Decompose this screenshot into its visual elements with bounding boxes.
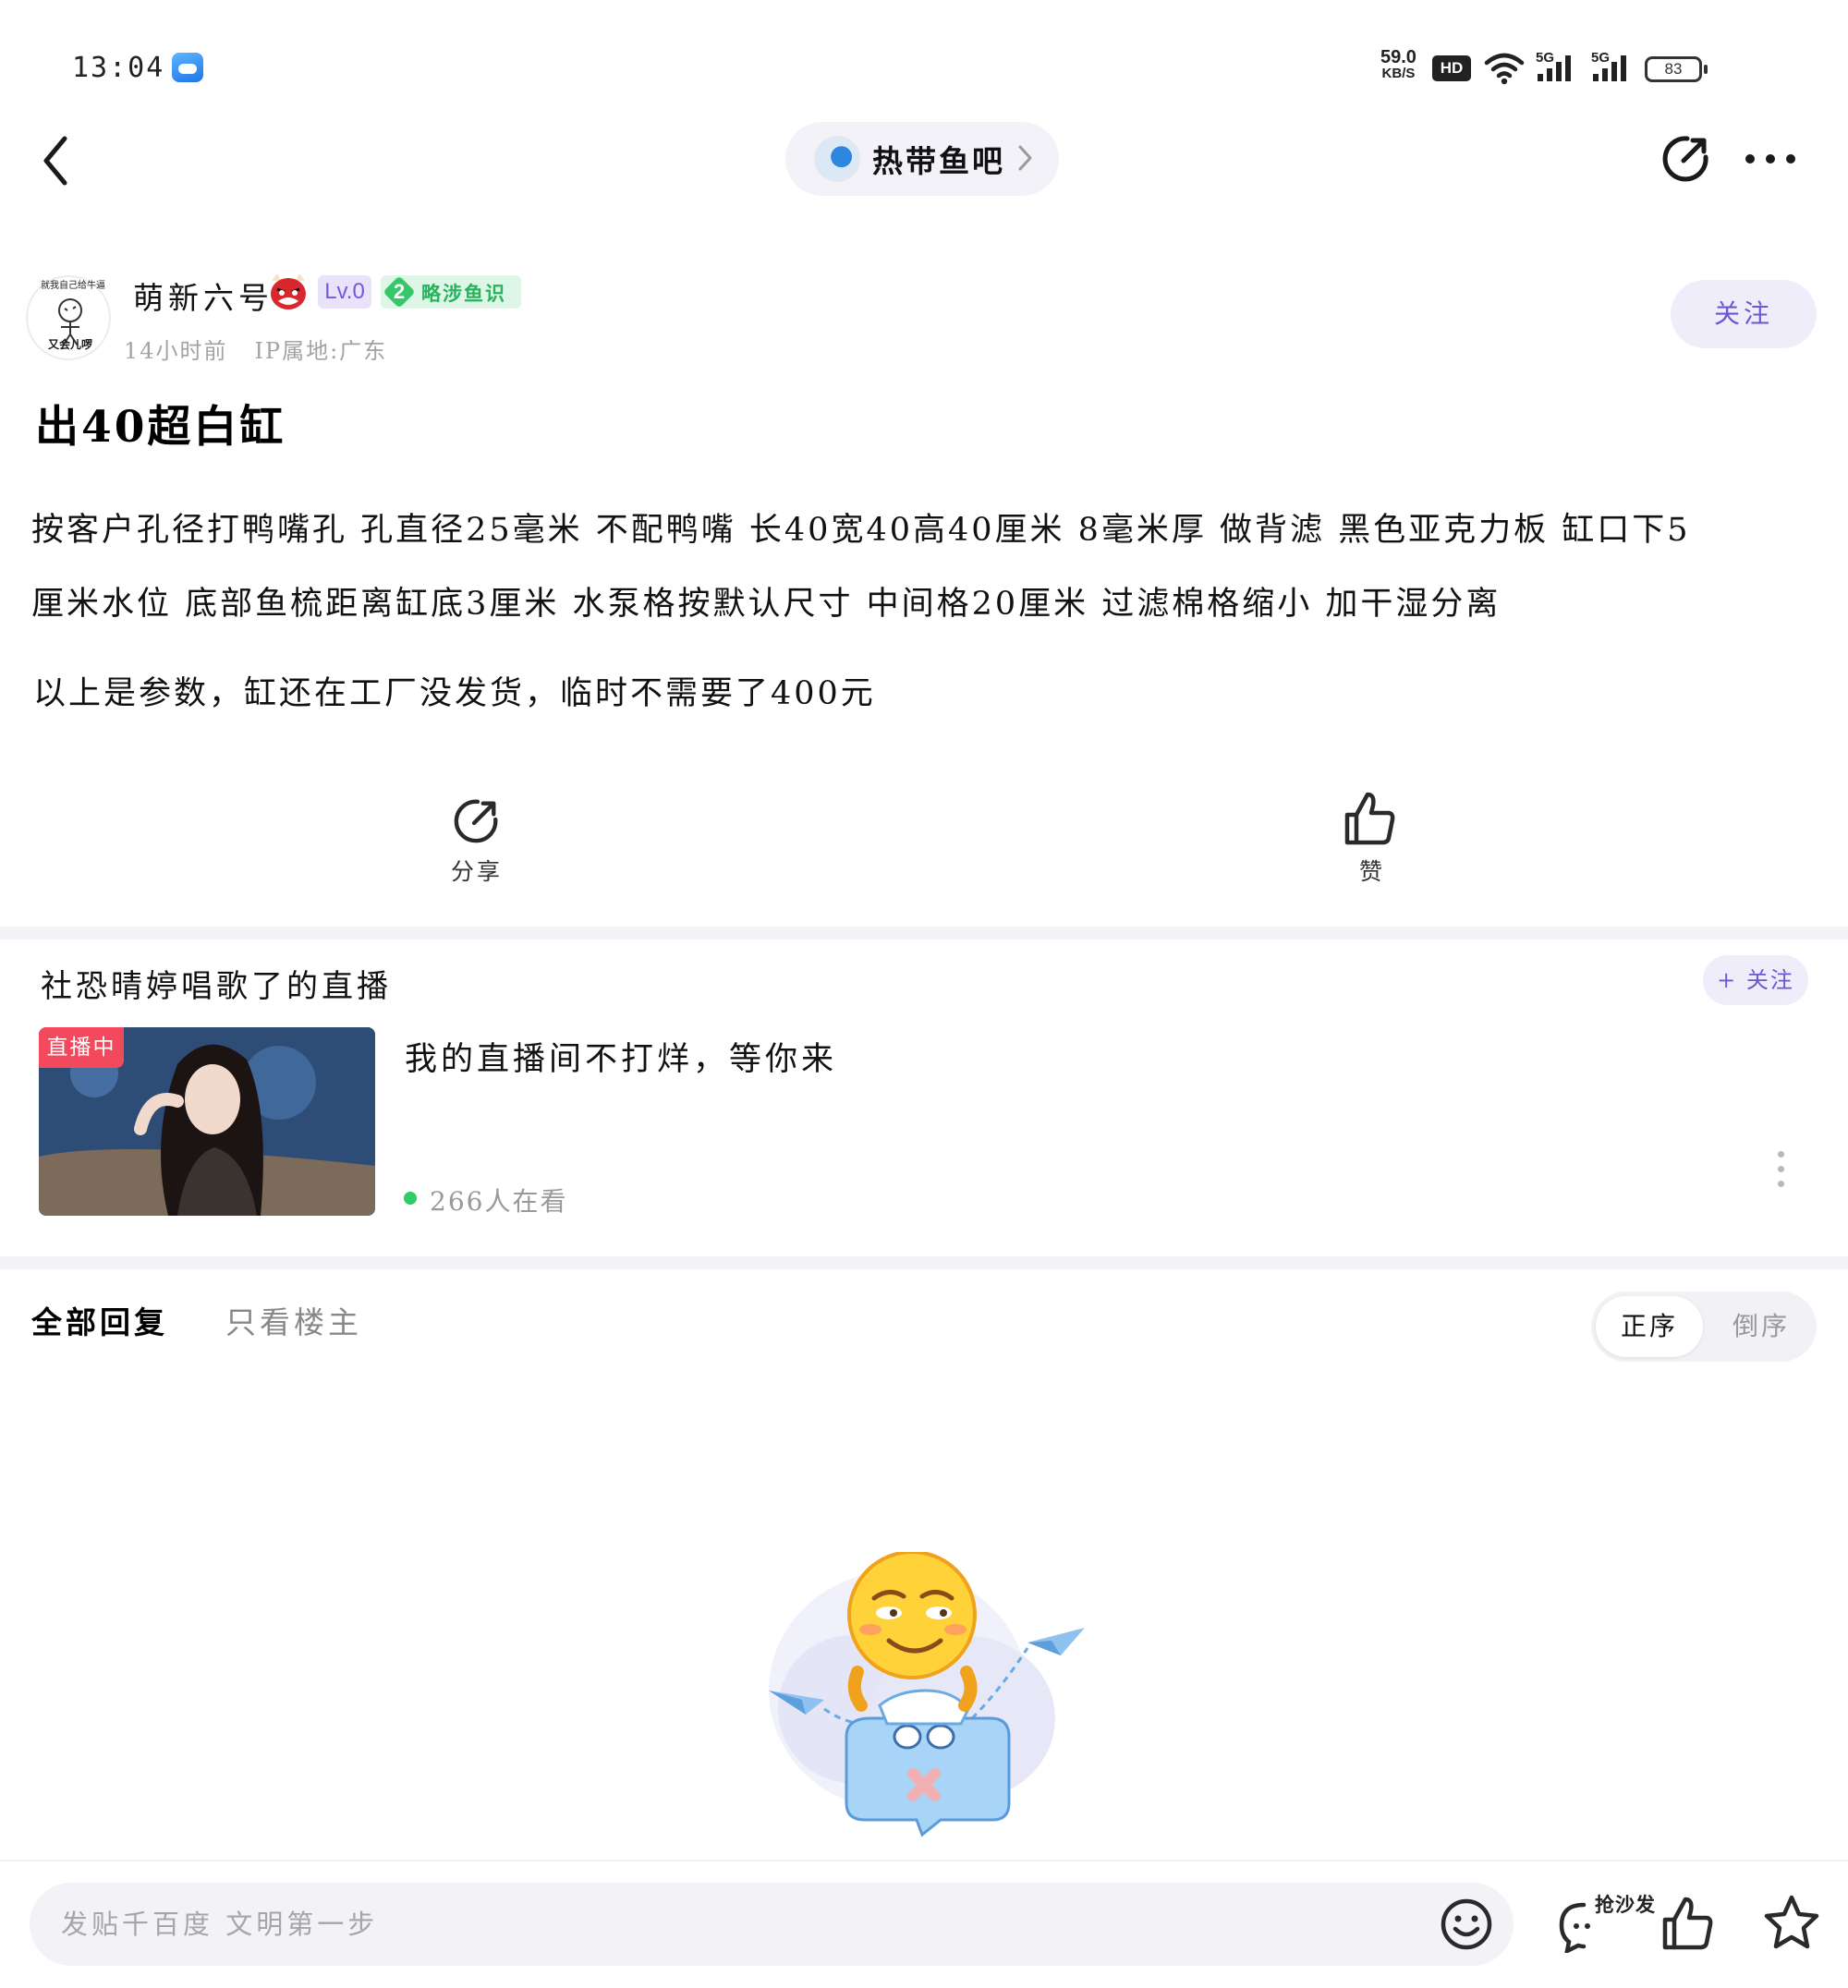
- hd-voice-icon: HD: [1432, 55, 1471, 81]
- avatar-caption-top: 就我自己给牛逼: [41, 281, 105, 291]
- empty-replies-illustration: [769, 1552, 1085, 1837]
- follow-button[interactable]: 关注: [1671, 280, 1817, 348]
- post-meta: 14小时前 IP属地:广东: [124, 333, 387, 365]
- tab-all-replies[interactable]: 全部回复: [31, 1298, 168, 1342]
- author-name[interactable]: 萌新六号: [133, 273, 274, 318]
- rank-title: 略涉鱼识: [421, 282, 506, 305]
- post-title: 出40超白缸: [35, 402, 286, 453]
- share-icon[interactable]: [451, 796, 501, 846]
- signal-bars-icon: [1538, 55, 1571, 81]
- forum-name[interactable]: 热带鱼吧: [872, 137, 1005, 181]
- post-body: 按客户孔径打鸭嘴孔 孔直径25毫米 不配鸭嘴 长40宽40高40厘米 8毫米厚 …: [31, 493, 1824, 641]
- bottom-bar-divider: [0, 1860, 1848, 1861]
- ip-location: IP属地:广东: [254, 338, 388, 364]
- network-speed-unit: KB/S: [1381, 66, 1416, 81]
- online-dot-icon: [404, 1192, 417, 1205]
- share-icon[interactable]: [1660, 133, 1711, 185]
- status-time: 13:04: [72, 52, 165, 84]
- sort-ascending-button[interactable]: 正序: [1596, 1296, 1703, 1357]
- oni-mask-emoji-icon: [271, 273, 306, 309]
- network-speed: 59.0 KB/S: [1380, 47, 1416, 81]
- more-options-icon[interactable]: [1743, 152, 1798, 166]
- share-label[interactable]: 分享: [451, 854, 503, 887]
- wifi-icon: [1484, 53, 1525, 85]
- live-viewer-count: 266人在看: [430, 1186, 568, 1217]
- sort-descending-button[interactable]: 倒序: [1708, 1296, 1815, 1357]
- battery-indicator: 83: [1645, 56, 1708, 82]
- post-body-paragraph: 以上是参数，缸还在工厂没发货，临时不需要了400元: [33, 675, 876, 712]
- live-badge: 直播中: [39, 1027, 124, 1068]
- thumbs-up-icon[interactable]: [1343, 791, 1397, 846]
- rank-number: 2: [393, 280, 406, 303]
- post-body-line: 厘米水位 底部鱼梳距离缸底3厘米 水泵格按默认尺寸 中间格20厘米 过滤棉格缩小…: [31, 586, 1502, 623]
- live-follow-button[interactable]: + 关注: [1703, 955, 1808, 1005]
- back-arrow-icon[interactable]: [41, 135, 72, 187]
- live-stream-description[interactable]: 我的直播间不打烊，等你来: [405, 1033, 837, 1080]
- like-label[interactable]: 赞: [1359, 854, 1385, 887]
- comment-input[interactable]: [30, 1883, 1514, 1966]
- emoji-icon[interactable]: [1440, 1897, 1493, 1951]
- star-favorite-icon[interactable]: [1763, 1894, 1820, 1951]
- network-speed-value: 59.0: [1380, 47, 1416, 67]
- section-divider: [0, 927, 1848, 939]
- user-level-badge: Lv.0: [318, 275, 371, 309]
- thumbs-up-icon[interactable]: [1661, 1896, 1715, 1951]
- post-time: 14小时前: [124, 338, 228, 364]
- chevron-right-icon: [1018, 145, 1032, 171]
- forum-logo: [814, 136, 860, 182]
- post-body-line: 按客户孔径打鸭嘴孔 孔直径25毫米 不配鸭嘴 长40宽40高40厘米 8毫米厚 …: [31, 512, 1691, 549]
- signal-bars-icon: [1593, 55, 1626, 81]
- tab-op-only[interactable]: 只看楼主: [225, 1298, 362, 1342]
- weather-icon: [172, 53, 203, 82]
- section-divider: [0, 1256, 1848, 1269]
- live-stream-title[interactable]: 社恐晴婷唱歌了的直播: [41, 961, 392, 1006]
- live-more-options-icon[interactable]: [1778, 1151, 1784, 1188]
- sofa-badge: 抢沙发: [1595, 1893, 1656, 1916]
- avatar-caption-bottom: 又会儿啰: [48, 338, 93, 351]
